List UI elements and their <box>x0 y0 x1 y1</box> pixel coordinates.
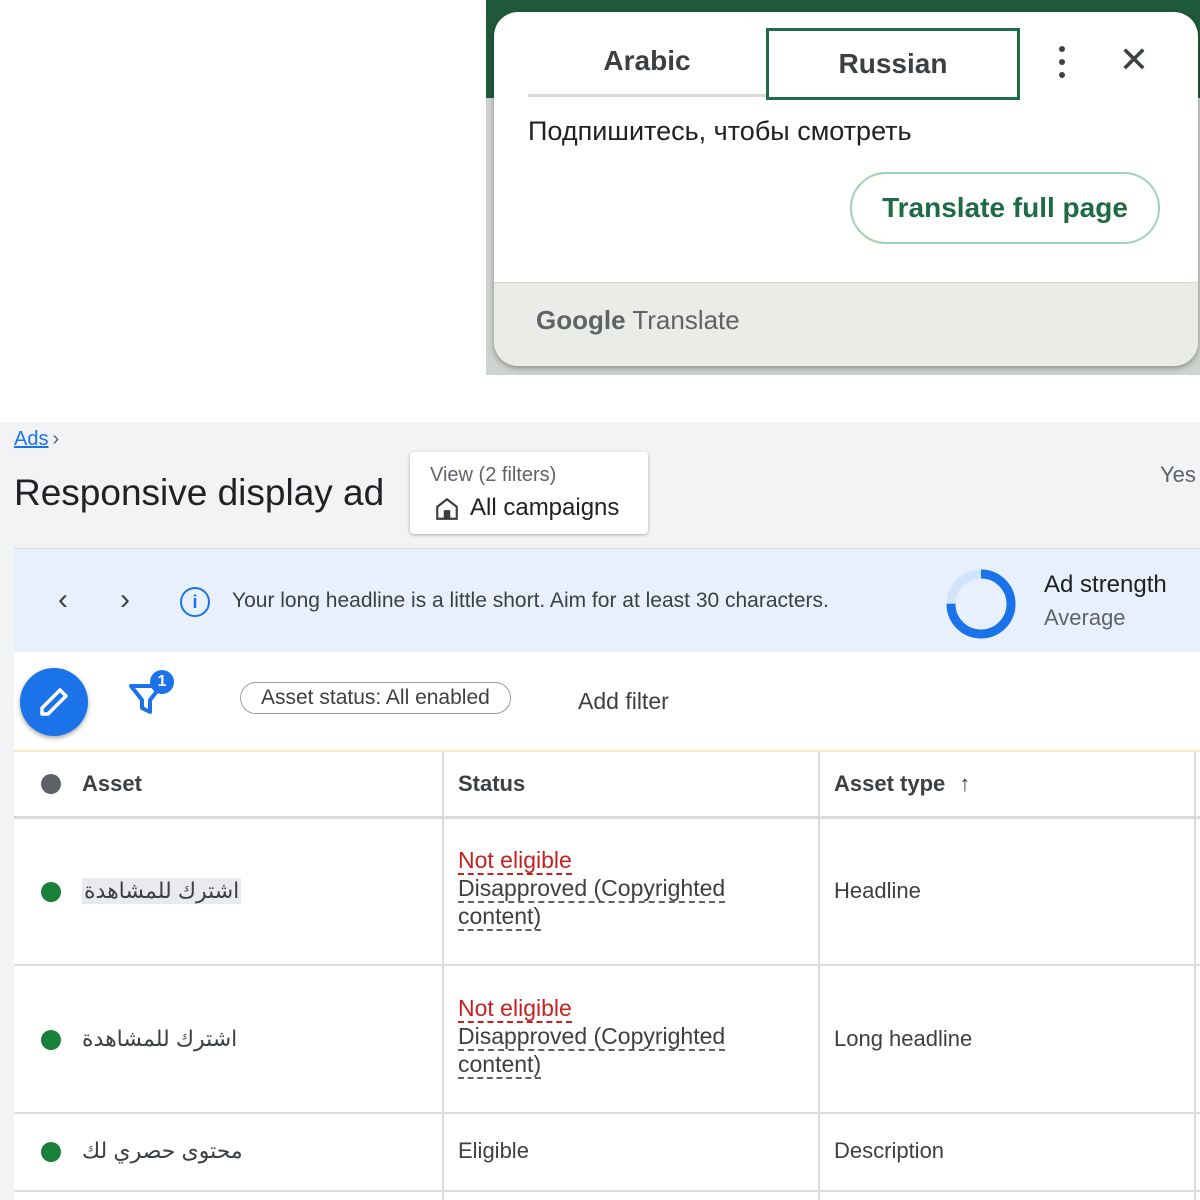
column-header-asset-type[interactable]: Asset type ↑ <box>834 752 970 816</box>
view-selector-label: View (2 filters) <box>430 464 557 486</box>
table-row[interactable]: اشترك للمشاهدة Not eligible Disapproved … <box>14 966 1200 1114</box>
asset-status-filter-chip[interactable]: Asset status: All enabled <box>240 682 511 714</box>
table-header-row: Asset Status Asset type ↑ <box>14 752 1200 819</box>
status-cell: Not eligible Disapproved (Copyrighted co… <box>458 994 788 1079</box>
filter-count-badge: 1 <box>150 670 174 694</box>
pencil-icon <box>40 688 68 716</box>
column-header-status[interactable]: Status <box>458 752 525 816</box>
sort-ascending-icon: ↑ <box>959 771 971 796</box>
google-logo-text: Google <box>536 305 626 335</box>
tab-russian[interactable]: Russian <box>766 28 1020 100</box>
asset-text[interactable]: اشترك للمشاهدة <box>82 878 242 904</box>
tab-arabic[interactable]: Arabic <box>528 28 766 97</box>
table-row[interactable]: اشترك للمشاهدة Not eligible Disapproved … <box>14 818 1200 966</box>
view-selector-value: All campaigns <box>470 494 620 521</box>
enabled-status-dot <box>41 882 61 902</box>
home-icon <box>436 497 458 520</box>
clipped-header-text: Yes <box>1160 462 1196 487</box>
more-options-icon[interactable] <box>1046 42 1078 82</box>
page-title: Responsive display ad <box>14 472 385 513</box>
column-header-asset-type-label: Asset type <box>834 771 946 796</box>
status-detail[interactable]: Disapproved (Copyrighted content) <box>458 875 726 931</box>
popup-footer: Google Translate <box>494 282 1198 366</box>
chevron-right-icon: › <box>52 428 60 450</box>
chevron-right-icon[interactable]: › <box>120 585 144 617</box>
ad-strength-banner: ‹ › i Your long headline is a little sho… <box>14 548 1200 654</box>
asset-type: Long headline <box>834 1026 973 1051</box>
status-eligible: Eligible <box>458 1138 529 1163</box>
status-not-eligible[interactable]: Not eligible <box>458 995 572 1023</box>
asset-type: Description <box>834 1138 945 1163</box>
edit-button[interactable] <box>20 668 88 736</box>
close-icon[interactable]: ✕ <box>1116 42 1152 78</box>
add-filter-button[interactable]: Add filter <box>578 688 669 715</box>
banner-message: Your long headline is a little short. Ai… <box>232 589 829 612</box>
view-selector[interactable]: View (2 filters) All campaigns <box>410 452 648 534</box>
chevron-left-icon[interactable]: ‹ <box>58 585 82 617</box>
asset-text[interactable]: محتوى حصري لك <box>82 1138 243 1164</box>
asset-text[interactable]: اشترك للمشاهدة <box>82 1026 237 1052</box>
table-toolbar: 1 Asset status: All enabled Add filter <box>14 652 1200 752</box>
translate-logo-text: Translate <box>632 305 740 335</box>
info-icon: i <box>180 587 210 617</box>
enabled-status-dot <box>41 1030 61 1050</box>
translated-text: Подпишитесь, чтобы смотреть <box>528 116 912 146</box>
ad-strength-label: Ad strength <box>1044 571 1167 598</box>
column-header-asset[interactable]: Asset <box>82 752 142 816</box>
status-dot-header <box>41 774 61 794</box>
status-not-eligible[interactable]: Not eligible <box>458 847 572 875</box>
asset-type: Headline <box>834 878 921 903</box>
breadcrumb: Ads › <box>14 428 59 451</box>
google-translate-logo: Google Translate <box>536 305 740 336</box>
ads-page: Ads › Responsive display ad View (2 filte… <box>0 422 1200 1200</box>
google-translate-popup: Arabic Russian ✕ Подпишитесь, чтобы смот… <box>494 12 1198 366</box>
assets-table: Asset Status Asset type ↑ اشترك للمشاهدة… <box>14 752 1200 1200</box>
ad-strength-ring <box>946 569 1016 639</box>
status-detail[interactable]: Disapproved (Copyrighted content) <box>458 1023 726 1079</box>
enabled-status-dot <box>41 1142 61 1162</box>
ad-strength-value: Average <box>1044 605 1126 630</box>
translate-full-page-button[interactable]: Translate full page <box>850 172 1160 244</box>
status-cell: Not eligible Disapproved (Copyrighted co… <box>458 846 788 931</box>
breadcrumb-ads-link[interactable]: Ads <box>14 428 48 450</box>
table-row[interactable]: محتوى حصري لك Eligible Description <box>14 1114 1200 1192</box>
